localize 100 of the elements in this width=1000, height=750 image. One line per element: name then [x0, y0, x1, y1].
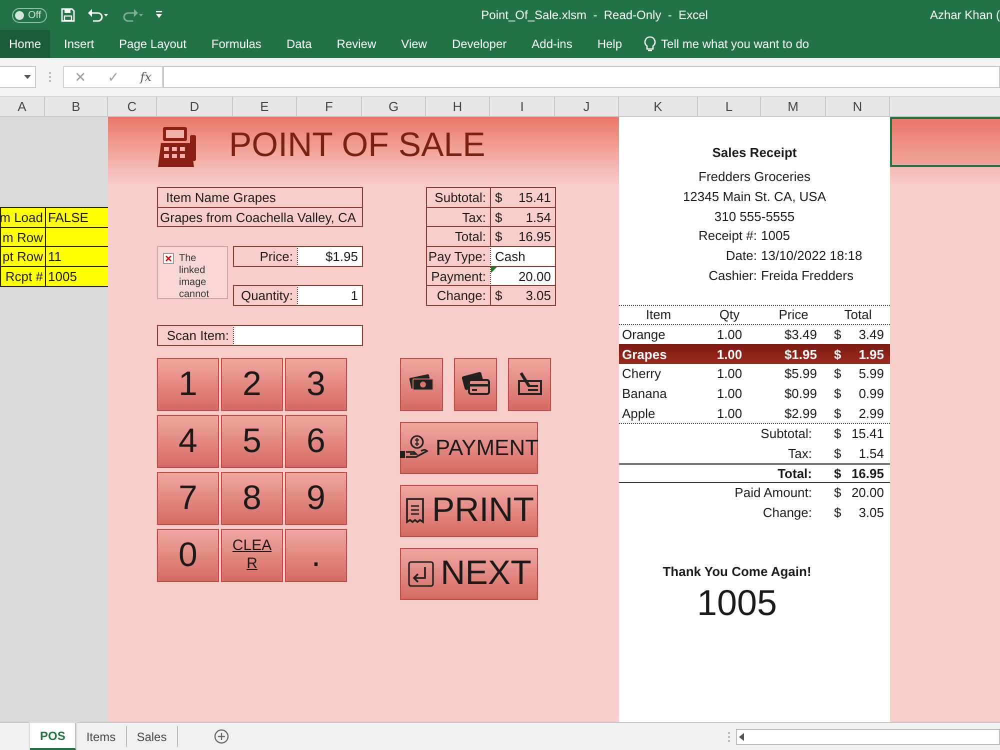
undo-icon[interactable]: [87, 8, 110, 22]
column-header[interactable]: K: [619, 97, 698, 116]
currency-symbol: $: [834, 426, 842, 442]
column-heading: Price: [778, 307, 810, 322]
column-header[interactable]: M: [761, 97, 826, 116]
ribbon-tab[interactable]: Review: [326, 30, 388, 58]
qty-cell-text: 1.00: [716, 366, 744, 382]
keypad-key[interactable]: .: [285, 528, 347, 582]
ribbon-tab[interactable]: Developer: [440, 30, 518, 58]
item-cell-text: Orange: [621, 326, 666, 342]
receipt-text: 12345 Main St. CA, USA: [682, 189, 826, 204]
insert-function-button[interactable]: fx: [140, 70, 152, 84]
receipt-line[interactable]: Banana 1.00 $0.99 $ 0.99: [619, 384, 890, 404]
column-heading: Item: [644, 307, 672, 322]
keypad-key[interactable]: 4: [157, 414, 219, 468]
payment-button[interactable]: PAYMENT: [400, 422, 538, 474]
receipt-line[interactable]: Orange 1.00 $3.49 $ 3.49: [619, 324, 890, 344]
ribbon-tab[interactable]: Add-ins: [520, 30, 584, 58]
print-button[interactable]: PRINT: [400, 484, 538, 536]
thank-you-text: Thank You Come Again!: [662, 564, 812, 580]
column-header[interactable]: G: [362, 97, 426, 116]
cash-register-icon: [157, 125, 197, 169]
sheet-tab[interactable]: Items: [76, 726, 127, 747]
receipt-icon: [404, 496, 426, 524]
info-label: Cashier:: [708, 268, 757, 283]
ribbon-tab[interactable]: Data: [275, 30, 323, 58]
info-label: Receipt #:: [697, 228, 757, 244]
keypad-key[interactable]: 2: [221, 358, 283, 410]
sheet-tab[interactable]: Sales: [126, 726, 178, 747]
quantity-field[interactable]: 1: [297, 285, 363, 306]
currency-symbol: $: [495, 190, 502, 205]
scan-item-field[interactable]: [233, 324, 363, 346]
column-header[interactable]: B: [45, 97, 108, 116]
currency-symbol: $: [834, 346, 842, 362]
pay-type-field[interactable]: Cash: [490, 246, 556, 267]
save-icon[interactable]: [61, 8, 76, 22]
currency-symbol: $: [834, 326, 842, 342]
column-header[interactable]: L: [698, 97, 761, 116]
formula-input[interactable]: [163, 66, 1000, 88]
scroll-left-icon[interactable]: [737, 732, 747, 742]
ribbon-tab[interactable]: View: [390, 30, 438, 58]
currency-symbol: $: [834, 485, 842, 500]
amount-text: 3.05: [526, 288, 551, 304]
item-description: Grapes from Coachella Valley, CA: [157, 206, 363, 228]
next-button[interactable]: NEXT: [400, 548, 538, 600]
receipt-line[interactable]: Cherry 1.00 $5.99 $ 5.99: [619, 364, 890, 384]
keypad-key[interactable]: 7: [157, 472, 219, 524]
column-header[interactable]: H: [426, 97, 490, 116]
keypad-key[interactable]: 6: [285, 414, 347, 468]
item-cell-text: Grapes: [621, 346, 668, 362]
price-cell-text: $0.99: [783, 386, 818, 401]
amount-text: 16.95: [851, 466, 884, 482]
column-header[interactable]: I: [490, 97, 555, 116]
amount-text: 1.95: [858, 346, 884, 362]
column-header[interactable]: D: [157, 97, 233, 116]
column-header[interactable]: F: [297, 97, 362, 116]
customize-icon[interactable]: [155, 10, 164, 20]
tell-me-search[interactable]: Tell me what you want to do: [644, 30, 810, 58]
cell-text: m Row: [0, 226, 46, 248]
cash-payment-button[interactable]: [400, 358, 443, 410]
currency-symbol: $: [834, 466, 842, 482]
keypad-key[interactable]: 9: [285, 472, 347, 524]
selected-cell[interactable]: [890, 117, 1000, 167]
ribbon-tab[interactable]: Home: [0, 30, 50, 58]
receipt-line[interactable]: Apple 1.00 $2.99 $ 2.99: [619, 403, 890, 423]
horizontal-scrollbar[interactable]: [736, 728, 1000, 744]
qty-cell-text: 1.00: [716, 386, 744, 401]
keypad-key[interactable]: 1: [157, 358, 219, 410]
info-value: 13/10/2022 18:18: [761, 248, 864, 264]
item-cell-text: Cherry: [621, 366, 662, 382]
autosave-toggle[interactable]: Off: [12, 8, 48, 22]
check-payment-button[interactable]: [508, 358, 551, 410]
keypad-key[interactable]: 8: [221, 472, 283, 524]
currency-symbol: $: [495, 210, 502, 225]
sheet-tab[interactable]: POS: [30, 723, 76, 750]
column-header[interactable]: J: [555, 97, 619, 116]
cell-text: Rcpt #: [0, 266, 46, 287]
price-field[interactable]: $1.95: [297, 246, 363, 267]
ribbon-tab[interactable]: Formulas: [200, 30, 272, 58]
ribbon-tab[interactable]: Page Layout: [108, 30, 198, 58]
add-sheet-icon[interactable]: [214, 729, 229, 744]
receipt-text: 310 555-5555: [714, 208, 795, 224]
ribbon-tab[interactable]: Insert: [53, 30, 106, 58]
total-label: Subtotal:: [760, 426, 813, 442]
currency-symbol: $: [495, 229, 502, 244]
keypad-key[interactable]: 5: [221, 414, 283, 468]
column-header[interactable]: N: [826, 97, 890, 116]
keypad-key[interactable]: 3: [285, 358, 347, 410]
ribbon-tab[interactable]: Help: [586, 30, 634, 58]
total-label: Tax:: [787, 446, 813, 461]
qty-cell-text: 1.00: [716, 406, 744, 421]
dropdown-caret-icon: [24, 75, 31, 79]
card-payment-button[interactable]: [454, 358, 497, 410]
currency-symbol: $: [834, 505, 842, 520]
keypad-key[interactable]: 0: [157, 528, 219, 582]
column-header[interactable]: C: [108, 97, 157, 116]
column-header[interactable]: A: [0, 97, 45, 116]
keypad-key[interactable]: CLEAR: [221, 528, 283, 582]
column-header[interactable]: E: [233, 97, 297, 116]
payment-field[interactable]: 20.00: [490, 266, 556, 286]
